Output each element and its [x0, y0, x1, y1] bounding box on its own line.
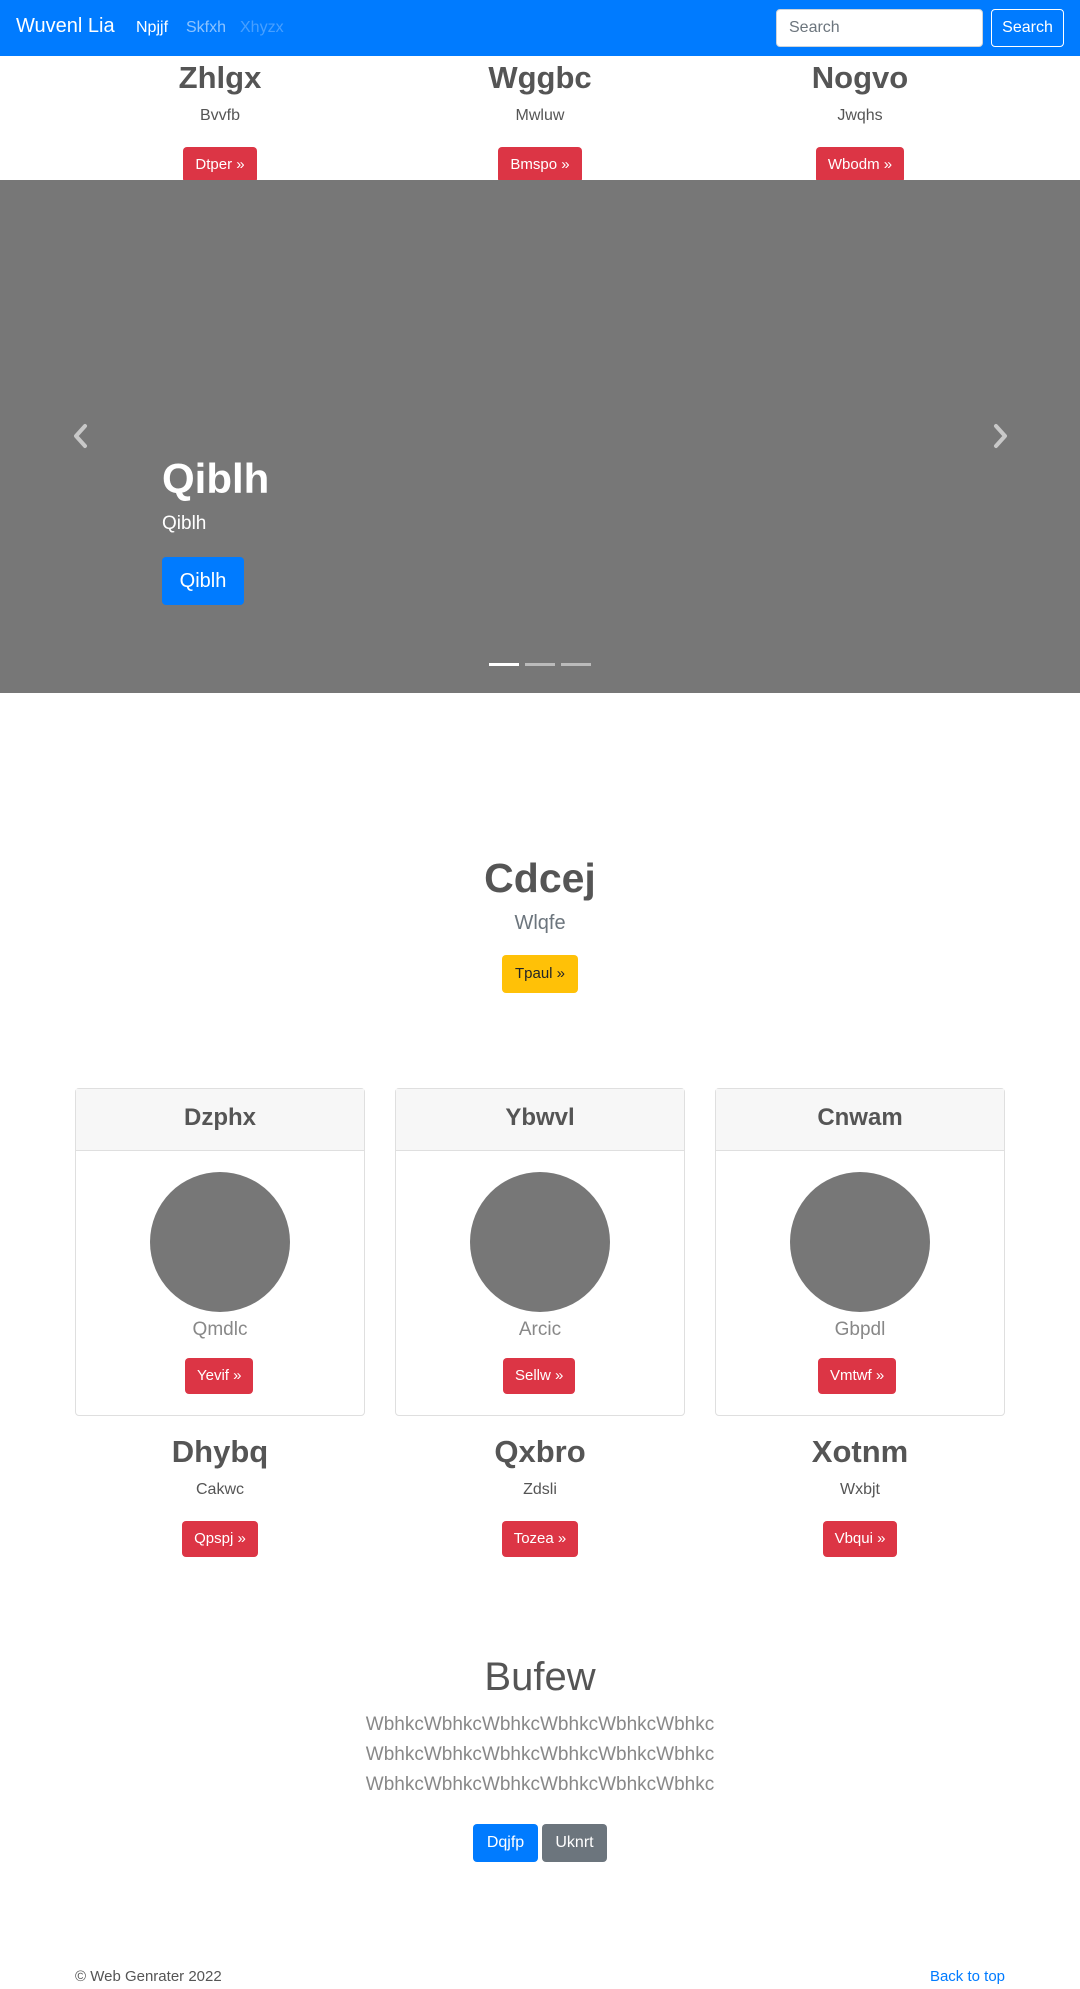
nav-link-npjjf[interactable]: Npjjf [136, 19, 168, 37]
nav-link-xhyzx: Xhyzx [240, 19, 284, 36]
feature-text: Jwqhs [837, 107, 883, 124]
search-input[interactable] [776, 9, 983, 47]
search-button[interactable]: Search [991, 9, 1064, 47]
carousel-indicator-1[interactable] [489, 663, 519, 666]
hero-subtitle: Wlqfe [514, 912, 566, 934]
intro-primary-button[interactable]: Dqjfp [473, 1824, 538, 1862]
card-1: Dzphx Qmdlc Yevif » [75, 1088, 365, 1416]
feature-button-dtper[interactable]: Dtper » [183, 147, 257, 183]
carousel: Qiblh Qiblh Qiblh [0, 180, 1080, 693]
intro-text-line: WbhkcWbhkcWbhkcWbhkcWbhkcWbhkc [365, 1774, 715, 1795]
card-button-yevif[interactable]: Yevif » [185, 1358, 254, 1394]
carousel-subtitle: Qiblh [162, 513, 207, 534]
feature-heading: Xotnm [811, 1434, 909, 1469]
feature-text: Cakwc [195, 1481, 244, 1498]
carousel-title: Qiblh [162, 455, 270, 502]
feature-button-tozea[interactable]: Tozea » [501, 1521, 579, 1557]
card-3: Cnwam Gbpdl Vmtwf » [715, 1088, 1005, 1416]
feature-heading: Qxbro [494, 1434, 586, 1469]
card-text: Gbpdl [834, 1319, 886, 1340]
intro-text-line: WbhkcWbhkcWbhkcWbhkcWbhkcWbhkc [365, 1714, 715, 1735]
avatar [150, 1172, 290, 1312]
feature-text: Mwluw [515, 107, 565, 124]
footer-copyright: © Web Genrater 2022 [75, 1968, 222, 1985]
navbar-brand[interactable]: Wuvenl Lia [16, 15, 115, 38]
nav-link-skfxh[interactable]: Skfxh [186, 19, 226, 37]
chevron-right-icon[interactable] [990, 423, 1010, 449]
carousel-indicator-3[interactable] [561, 663, 591, 666]
feature-button-vbqui[interactable]: Vbqui » [822, 1521, 898, 1557]
intro-secondary-button[interactable]: Uknrt [542, 1824, 607, 1862]
feature-button-qpspj[interactable]: Qpspj » [182, 1521, 258, 1557]
bottom-feature-1: Dhybq Cakwc Qpspj » [70, 1436, 370, 1557]
card-button-sellw[interactable]: Sellw » [503, 1358, 576, 1394]
bottom-feature-2: Qxbro Zdsli Tozea » [390, 1436, 690, 1557]
card-header: Dzphx [76, 1089, 364, 1151]
card-header: Cnwam [716, 1089, 1004, 1151]
feature-heading: Wggbc [488, 60, 592, 95]
back-to-top-link[interactable]: Back to top [930, 1968, 1005, 1985]
top-feature-3: Nogvo Jwqhs Wbodm » [710, 62, 1010, 183]
card-text: Arcic [518, 1319, 562, 1340]
card-text: Qmdlc [192, 1319, 248, 1340]
carousel-button[interactable]: Qiblh [162, 557, 244, 605]
card-2: Ybwvl Arcic Sellw » [395, 1088, 685, 1416]
intro-title: Bufew [484, 1655, 596, 1699]
feature-button-bmspo[interactable]: Bmspo » [498, 147, 582, 183]
hero-title: Cdcej [484, 855, 596, 901]
feature-heading: Nogvo [811, 60, 909, 95]
intro-text-line: WbhkcWbhkcWbhkcWbhkcWbhkcWbhkc [365, 1744, 715, 1765]
feature-text: Zdsli [523, 1481, 557, 1498]
card-header: Ybwvl [396, 1089, 684, 1151]
feature-heading: Dhybq [171, 1434, 269, 1469]
feature-button-wbodm[interactable]: Wbodm » [815, 147, 905, 183]
avatar [470, 1172, 610, 1312]
hero-button[interactable]: Tpaul » [502, 955, 578, 993]
bottom-feature-3: Xotnm Wxbjt Vbqui » [710, 1436, 1010, 1557]
navbar: Wuvenl Lia Npjjf Skfxh Xhyzx Search [0, 0, 1080, 56]
top-feature-1: Zhlgx Bvvfb Dtper » [70, 62, 370, 183]
feature-heading: Zhlgx [178, 60, 262, 95]
top-feature-2: Wggbc Mwluw Bmspo » [390, 62, 690, 183]
carousel-indicator-2[interactable] [525, 663, 555, 666]
feature-text: Bvvfb [199, 107, 240, 124]
chevron-left-icon[interactable] [71, 423, 91, 449]
feature-text: Wxbjt [840, 1481, 880, 1498]
card-button-vmtwf[interactable]: Vmtwf » [818, 1358, 897, 1394]
avatar [790, 1172, 930, 1312]
